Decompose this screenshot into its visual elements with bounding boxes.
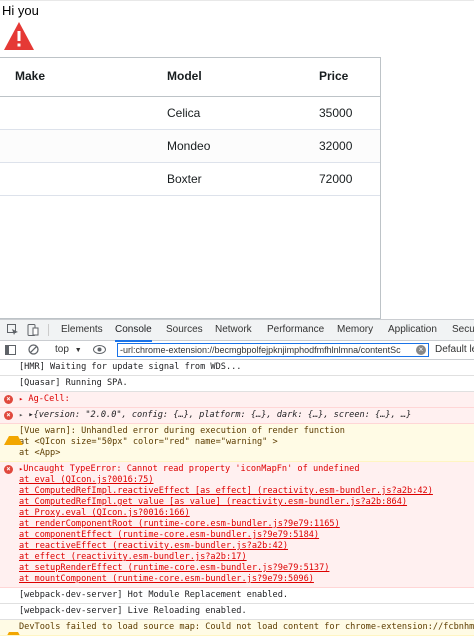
warning-icon (4, 22, 34, 50)
warn-line: DevTools failed to load source map: Coul… (19, 622, 474, 632)
warn-line: at <QIcon size="50px" color="red" name="… (19, 437, 278, 447)
tab-separator (48, 324, 49, 336)
console-log: [Quasar] Running SPA. (0, 376, 474, 392)
cell-price[interactable]: 35000 (319, 97, 352, 129)
error-icon: × (4, 465, 13, 474)
stack-frame[interactable]: at ComputedRefImpl.reactiveEffect [as ef… (19, 486, 470, 497)
stack-frame[interactable]: at eval (QIcon.js?0016:75) (19, 475, 470, 486)
cell-model[interactable]: Celica (167, 97, 200, 129)
console-filter-input[interactable]: -url:chrome-extension://becmgbpolfejpknj… (117, 343, 429, 357)
tab-memory[interactable]: Memory (337, 320, 373, 340)
chevron-down-icon: ▼ (74, 347, 82, 354)
error-message: Uncaught TypeError: Cannot read property… (23, 464, 360, 474)
log-levels-dropdown[interactable]: Default le (435, 344, 474, 355)
cell-price[interactable]: 72000 (319, 163, 352, 195)
stack-frame[interactable]: at reactiveEffect (reactivity.esm-bundle… (19, 541, 470, 552)
expand-triangle-icon[interactable]: ▸ (19, 411, 23, 419)
console-warning: [Vue warn]: Unhandled error during execu… (0, 424, 474, 462)
console-toolbar: top ▼ -url:chrome-extension://becmgbpolf… (0, 341, 474, 360)
clear-console-icon[interactable] (28, 344, 39, 355)
cell-model[interactable]: Mondeo (167, 130, 210, 162)
column-header-make[interactable]: Make (15, 58, 45, 95)
stack-frame[interactable]: at ComputedRefImpl.get value [as value] … (19, 497, 470, 508)
log-text: [Quasar] Running SPA. (19, 378, 128, 388)
table-row[interactable]: Mondeo 32000 (0, 130, 380, 163)
console-error-object[interactable]: × ▸ ▸{version: "2.0.0", config: {…}, pla… (0, 408, 474, 424)
greeting-text: Hi you (2, 3, 39, 18)
top-border (0, 0, 474, 1)
table-row[interactable]: Boxter 72000 (0, 163, 380, 196)
device-toolbar-icon[interactable] (27, 324, 39, 336)
tab-security[interactable]: Secu (452, 320, 474, 340)
table-row[interactable]: Celica 35000 (0, 97, 380, 130)
error-icon: × (4, 411, 13, 420)
cell-price[interactable]: 32000 (319, 130, 352, 162)
console-error-stack: × ▸Uncaught TypeError: Cannot read prope… (0, 462, 474, 588)
devtools-tabbar: Elements Console Sources Network Perform… (0, 320, 474, 342)
error-line: ▸Uncaught TypeError: Cannot read propert… (19, 464, 470, 475)
grid-header-row: Make Model Price (0, 58, 380, 97)
console-messages: [HMR] Waiting for update signal from WDS… (0, 360, 474, 636)
tab-sources[interactable]: Sources (166, 320, 203, 340)
object-preview[interactable]: ▸{version: "2.0.0", config: {…}, platfor… (28, 410, 411, 420)
column-header-price[interactable]: Price (319, 58, 348, 95)
filter-value: -url:chrome-extension://becmgbpolfejpknj… (120, 345, 401, 355)
error-icon: × (4, 395, 13, 404)
log-text: [webpack-dev-server] Hot Module Replacem… (19, 590, 289, 600)
chevron-right-icon[interactable]: ▸ (19, 395, 23, 403)
console-log: [webpack-dev-server] Live Reloading enab… (0, 604, 474, 620)
log-text: [HMR] Waiting for update signal from WDS… (19, 362, 242, 372)
eye-icon[interactable] (93, 345, 106, 354)
warn-line: at <App> (19, 448, 61, 458)
warning-triangle-icon (4, 623, 23, 635)
warning-triangle-icon (4, 427, 23, 445)
stack-frame[interactable]: at renderComponentRoot (runtime-core.esm… (19, 519, 470, 530)
clear-filter-icon[interactable]: × (416, 345, 426, 355)
sidebar-toggle-icon[interactable] (5, 345, 16, 355)
stack-frame[interactable]: at setupRenderEffect (runtime-core.esm-b… (19, 563, 470, 574)
console-warning: DevTools failed to load source map: Coul… (0, 620, 474, 636)
context-select[interactable]: top ▼ (55, 344, 82, 355)
tab-elements[interactable]: Elements (61, 320, 103, 340)
column-header-model[interactable]: Model (167, 58, 202, 95)
inspect-element-icon[interactable] (7, 324, 19, 336)
stack-frame[interactable]: at effect (reactivity.esm-bundler.js?a2b… (19, 552, 470, 563)
data-grid: Make Model Price Celica 35000 Mondeo 320… (0, 57, 381, 319)
tab-console[interactable]: Console (115, 320, 152, 342)
tab-performance[interactable]: Performance (267, 320, 324, 340)
context-label: top (55, 344, 69, 355)
devtools-panel: Elements Console Sources Network Perform… (0, 319, 474, 636)
log-text: [webpack-dev-server] Live Reloading enab… (19, 606, 247, 616)
stack-frame[interactable]: at componentEffect (runtime-core.esm-bun… (19, 530, 470, 541)
stack-frame[interactable]: at mountComponent (runtime-core.esm-bund… (19, 574, 470, 585)
cell-model[interactable]: Boxter (167, 163, 202, 195)
warn-line: [Vue warn]: Unhandled error during execu… (19, 426, 345, 436)
tab-application[interactable]: Application (388, 320, 437, 340)
stack-frame[interactable]: at Proxy.eval (QIcon.js?0016:166) (19, 508, 470, 519)
console-error: × ▸ Ag-Cell: (0, 392, 474, 408)
console-log: [webpack-dev-server] Hot Module Replacem… (0, 588, 474, 604)
error-text: Ag-Cell: (28, 394, 70, 404)
tab-network[interactable]: Network (215, 320, 252, 340)
console-log: [HMR] Waiting for update signal from WDS… (0, 360, 474, 376)
